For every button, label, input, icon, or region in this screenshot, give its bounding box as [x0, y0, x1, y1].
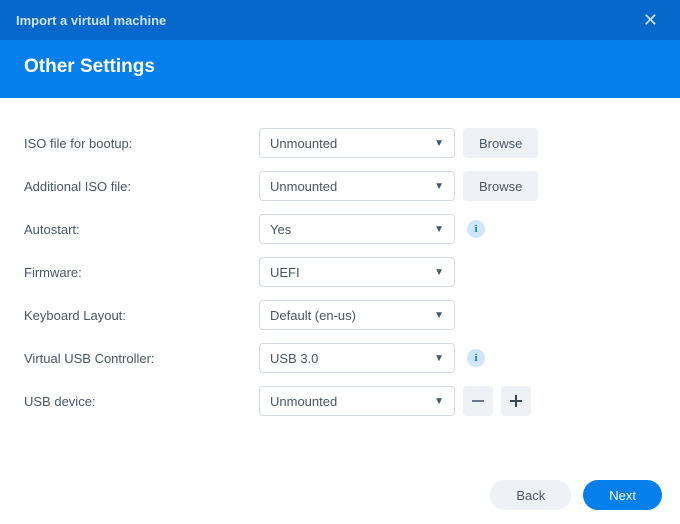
label-keyboard: Keyboard Layout:	[24, 308, 259, 323]
row-autostart: Autostart: Yes ▼ i	[24, 214, 656, 244]
page-header: Other Settings	[0, 40, 680, 98]
select-iso-additional[interactable]: Unmounted ▼	[259, 171, 455, 201]
chevron-down-icon: ▼	[434, 224, 444, 235]
label-autostart: Autostart:	[24, 222, 259, 237]
row-firmware: Firmware: UEFI ▼	[24, 257, 656, 287]
select-autostart[interactable]: Yes ▼	[259, 214, 455, 244]
label-iso-bootup: ISO file for bootup:	[24, 136, 259, 151]
page-title: Other Settings	[24, 56, 656, 78]
footer: Back Next	[0, 466, 680, 524]
next-button[interactable]: Next	[583, 480, 662, 510]
info-icon[interactable]: i	[467, 349, 485, 367]
close-icon[interactable]: ✕	[637, 6, 664, 35]
select-value: Unmounted	[270, 136, 337, 151]
plus-icon	[509, 394, 523, 408]
label-firmware: Firmware:	[24, 265, 259, 280]
select-value: Unmounted	[270, 179, 337, 194]
label-iso-additional: Additional ISO file:	[24, 179, 259, 194]
chevron-down-icon: ▼	[434, 181, 444, 192]
select-value: Default (en-us)	[270, 308, 356, 323]
browse-iso-additional-button[interactable]: Browse	[463, 171, 538, 201]
row-iso-bootup: ISO file for bootup: Unmounted ▼ Browse	[24, 128, 656, 158]
label-usb-controller: Virtual USB Controller:	[24, 351, 259, 366]
back-button[interactable]: Back	[490, 480, 571, 510]
row-iso-additional: Additional ISO file: Unmounted ▼ Browse	[24, 171, 656, 201]
remove-usb-device-button[interactable]	[463, 386, 493, 416]
select-keyboard[interactable]: Default (en-us) ▼	[259, 300, 455, 330]
chevron-down-icon: ▼	[434, 396, 444, 407]
row-usb-controller: Virtual USB Controller: USB 3.0 ▼ i	[24, 343, 656, 373]
select-value: USB 3.0	[270, 351, 318, 366]
chevron-down-icon: ▼	[434, 310, 444, 321]
select-iso-bootup[interactable]: Unmounted ▼	[259, 128, 455, 158]
minus-icon	[471, 394, 485, 408]
info-icon[interactable]: i	[467, 220, 485, 238]
row-keyboard: Keyboard Layout: Default (en-us) ▼	[24, 300, 656, 330]
browse-iso-bootup-button[interactable]: Browse	[463, 128, 538, 158]
chevron-down-icon: ▼	[434, 267, 444, 278]
chevron-down-icon: ▼	[434, 353, 444, 364]
select-firmware[interactable]: UEFI ▼	[259, 257, 455, 287]
select-value: Unmounted	[270, 394, 337, 409]
titlebar: Import a virtual machine ✕	[0, 0, 680, 40]
form-content: ISO file for bootup: Unmounted ▼ Browse …	[0, 98, 680, 439]
select-value: UEFI	[270, 265, 300, 280]
chevron-down-icon: ▼	[434, 138, 444, 149]
select-usb-device[interactable]: Unmounted ▼	[259, 386, 455, 416]
label-usb-device: USB device:	[24, 394, 259, 409]
window-title: Import a virtual machine	[16, 13, 166, 28]
select-usb-controller[interactable]: USB 3.0 ▼	[259, 343, 455, 373]
add-usb-device-button[interactable]	[501, 386, 531, 416]
row-usb-device: USB device: Unmounted ▼	[24, 386, 656, 416]
select-value: Yes	[270, 222, 291, 237]
